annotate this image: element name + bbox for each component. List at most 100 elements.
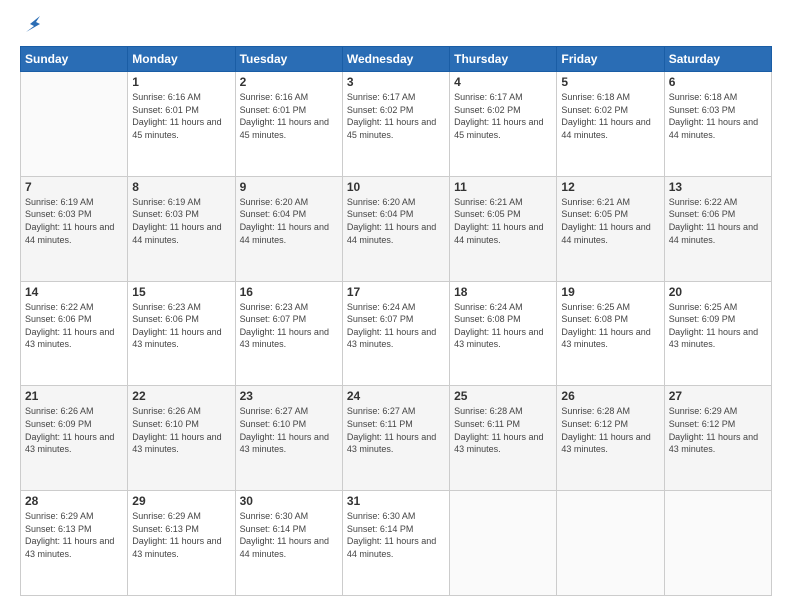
day-number: 8: [132, 180, 230, 194]
day-info: Sunrise: 6:27 AMSunset: 6:10 PMDaylight:…: [240, 405, 338, 455]
day-info: Sunrise: 6:30 AMSunset: 6:14 PMDaylight:…: [347, 510, 445, 560]
calendar-day-cell: 4 Sunrise: 6:17 AMSunset: 6:02 PMDaylight…: [450, 72, 557, 177]
day-info: Sunrise: 6:16 AMSunset: 6:01 PMDaylight:…: [132, 91, 230, 141]
day-number: 22: [132, 389, 230, 403]
day-number: 27: [669, 389, 767, 403]
day-number: 24: [347, 389, 445, 403]
calendar-day-cell: 29Sunrise: 6:29 AMSunset: 6:13 PMDayligh…: [128, 491, 235, 596]
calendar-day-cell: 18Sunrise: 6:24 AMSunset: 6:08 PMDayligh…: [450, 281, 557, 386]
day-number: 26: [561, 389, 659, 403]
day-info: Sunrise: 6:27 AMSunset: 6:11 PMDaylight:…: [347, 405, 445, 455]
day-number: 25: [454, 389, 552, 403]
day-number: 18: [454, 285, 552, 299]
calendar-day-cell: 2 Sunrise: 6:16 AMSunset: 6:01 PMDaylight…: [235, 72, 342, 177]
calendar-day-cell: 13 Sunrise: 6:22 AMSunset: 6:06 PMDayligh…: [664, 176, 771, 281]
day-number: 11: [454, 180, 552, 194]
calendar-week-row: 1 Sunrise: 6:16 AMSunset: 6:01 PMDaylight…: [21, 72, 772, 177]
calendar-day-cell: 23Sunrise: 6:27 AMSunset: 6:10 PMDayligh…: [235, 386, 342, 491]
day-info: Sunrise: 6:30 AMSunset: 6:14 PMDaylight:…: [240, 510, 338, 560]
calendar-day-cell: 30 Sunrise: 6:30 AMSunset: 6:14 PMDayligh…: [235, 491, 342, 596]
day-info: Sunrise: 6:29 AMSunset: 6:13 PMDaylight:…: [25, 510, 123, 560]
calendar-day-cell: 11 Sunrise: 6:21 AMSunset: 6:05 PMDayligh…: [450, 176, 557, 281]
calendar-day-cell: 10Sunrise: 6:20 AMSunset: 6:04 PMDayligh…: [342, 176, 449, 281]
day-number: 6: [669, 75, 767, 89]
day-number: 2: [240, 75, 338, 89]
calendar-header-tuesday: Tuesday: [235, 47, 342, 72]
calendar-day-cell: 14 Sunrise: 6:22 AMSunset: 6:06 PMDayligh…: [21, 281, 128, 386]
calendar-header-monday: Monday: [128, 47, 235, 72]
day-info: Sunrise: 6:21 AMSunset: 6:05 PMDaylight:…: [454, 196, 552, 246]
day-info: Sunrise: 6:20 AMSunset: 6:04 PMDaylight:…: [347, 196, 445, 246]
day-info: Sunrise: 6:17 AMSunset: 6:02 PMDaylight:…: [454, 91, 552, 141]
day-info: Sunrise: 6:29 AMSunset: 6:12 PMDaylight:…: [669, 405, 767, 455]
calendar-week-row: 14 Sunrise: 6:22 AMSunset: 6:06 PMDayligh…: [21, 281, 772, 386]
day-number: 21: [25, 389, 123, 403]
calendar-day-cell: [21, 72, 128, 177]
calendar-day-cell: 21 Sunrise: 6:26 AMSunset: 6:09 PMDayligh…: [21, 386, 128, 491]
day-info: Sunrise: 6:16 AMSunset: 6:01 PMDaylight:…: [240, 91, 338, 141]
day-number: 15: [132, 285, 230, 299]
calendar-day-cell: [450, 491, 557, 596]
page: SundayMondayTuesdayWednesdayThursdayFrid…: [0, 0, 792, 612]
calendar-day-cell: 1 Sunrise: 6:16 AMSunset: 6:01 PMDaylight…: [128, 72, 235, 177]
calendar-day-cell: 5Sunrise: 6:18 AMSunset: 6:02 PMDaylight…: [557, 72, 664, 177]
day-info: Sunrise: 6:23 AMSunset: 6:07 PMDaylight:…: [240, 301, 338, 351]
day-number: 16: [240, 285, 338, 299]
calendar-header-thursday: Thursday: [450, 47, 557, 72]
day-info: Sunrise: 6:24 AMSunset: 6:07 PMDaylight:…: [347, 301, 445, 351]
calendar-day-cell: 17 Sunrise: 6:24 AMSunset: 6:07 PMDayligh…: [342, 281, 449, 386]
calendar-day-cell: 9 Sunrise: 6:20 AMSunset: 6:04 PMDaylight…: [235, 176, 342, 281]
logo-icon: [22, 14, 44, 36]
calendar-day-cell: 6 Sunrise: 6:18 AMSunset: 6:03 PMDaylight…: [664, 72, 771, 177]
calendar-day-cell: 31 Sunrise: 6:30 AMSunset: 6:14 PMDayligh…: [342, 491, 449, 596]
day-number: 4: [454, 75, 552, 89]
calendar-day-cell: 7 Sunrise: 6:19 AMSunset: 6:03 PMDaylight…: [21, 176, 128, 281]
day-info: Sunrise: 6:18 AMSunset: 6:03 PMDaylight:…: [669, 91, 767, 141]
day-number: 29: [132, 494, 230, 508]
calendar-day-cell: [557, 491, 664, 596]
calendar-header-friday: Friday: [557, 47, 664, 72]
calendar-day-cell: [664, 491, 771, 596]
calendar-week-row: 21 Sunrise: 6:26 AMSunset: 6:09 PMDayligh…: [21, 386, 772, 491]
day-info: Sunrise: 6:25 AMSunset: 6:08 PMDaylight:…: [561, 301, 659, 351]
calendar-day-cell: 3Sunrise: 6:17 AMSunset: 6:02 PMDaylight…: [342, 72, 449, 177]
calendar-day-cell: 15 Sunrise: 6:23 AMSunset: 6:06 PMDayligh…: [128, 281, 235, 386]
logo: [20, 16, 44, 36]
day-info: Sunrise: 6:25 AMSunset: 6:09 PMDaylight:…: [669, 301, 767, 351]
day-info: Sunrise: 6:28 AMSunset: 6:11 PMDaylight:…: [454, 405, 552, 455]
calendar-day-cell: 24 Sunrise: 6:27 AMSunset: 6:11 PMDayligh…: [342, 386, 449, 491]
calendar-table: SundayMondayTuesdayWednesdayThursdayFrid…: [20, 46, 772, 596]
day-info: Sunrise: 6:26 AMSunset: 6:09 PMDaylight:…: [25, 405, 123, 455]
day-number: 19: [561, 285, 659, 299]
day-info: Sunrise: 6:20 AMSunset: 6:04 PMDaylight:…: [240, 196, 338, 246]
calendar-day-cell: 16 Sunrise: 6:23 AMSunset: 6:07 PMDayligh…: [235, 281, 342, 386]
day-info: Sunrise: 6:22 AMSunset: 6:06 PMDaylight:…: [25, 301, 123, 351]
day-number: 13: [669, 180, 767, 194]
day-number: 1: [132, 75, 230, 89]
calendar-week-row: 7 Sunrise: 6:19 AMSunset: 6:03 PMDaylight…: [21, 176, 772, 281]
day-number: 30: [240, 494, 338, 508]
calendar-day-cell: 26 Sunrise: 6:28 AMSunset: 6:12 PMDayligh…: [557, 386, 664, 491]
day-info: Sunrise: 6:18 AMSunset: 6:02 PMDaylight:…: [561, 91, 659, 141]
day-info: Sunrise: 6:23 AMSunset: 6:06 PMDaylight:…: [132, 301, 230, 351]
calendar-day-cell: 28 Sunrise: 6:29 AMSunset: 6:13 PMDayligh…: [21, 491, 128, 596]
calendar-day-cell: 22 Sunrise: 6:26 AMSunset: 6:10 PMDayligh…: [128, 386, 235, 491]
calendar-header-row: SundayMondayTuesdayWednesdayThursdayFrid…: [21, 47, 772, 72]
calendar-day-cell: 19 Sunrise: 6:25 AMSunset: 6:08 PMDayligh…: [557, 281, 664, 386]
day-number: 9: [240, 180, 338, 194]
day-number: 31: [347, 494, 445, 508]
calendar-day-cell: 12Sunrise: 6:21 AMSunset: 6:05 PMDayligh…: [557, 176, 664, 281]
day-info: Sunrise: 6:28 AMSunset: 6:12 PMDaylight:…: [561, 405, 659, 455]
day-number: 7: [25, 180, 123, 194]
day-number: 17: [347, 285, 445, 299]
day-info: Sunrise: 6:19 AMSunset: 6:03 PMDaylight:…: [25, 196, 123, 246]
day-info: Sunrise: 6:26 AMSunset: 6:10 PMDaylight:…: [132, 405, 230, 455]
calendar-header-wednesday: Wednesday: [342, 47, 449, 72]
calendar-day-cell: 20Sunrise: 6:25 AMSunset: 6:09 PMDayligh…: [664, 281, 771, 386]
day-number: 14: [25, 285, 123, 299]
calendar-day-cell: 27 Sunrise: 6:29 AMSunset: 6:12 PMDayligh…: [664, 386, 771, 491]
calendar-header-sunday: Sunday: [21, 47, 128, 72]
day-info: Sunrise: 6:22 AMSunset: 6:06 PMDaylight:…: [669, 196, 767, 246]
calendar-week-row: 28 Sunrise: 6:29 AMSunset: 6:13 PMDayligh…: [21, 491, 772, 596]
day-number: 28: [25, 494, 123, 508]
